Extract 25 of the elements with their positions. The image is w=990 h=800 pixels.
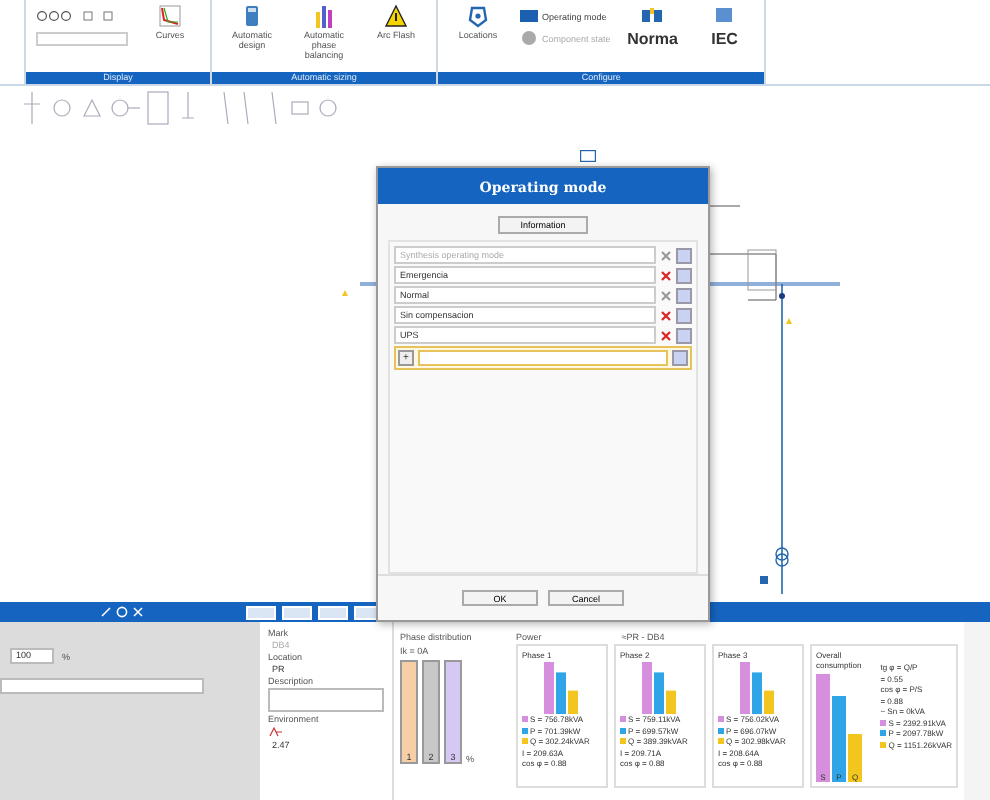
bar-icon (312, 4, 336, 28)
panel-tools-icon (100, 606, 144, 618)
tag-icon (466, 4, 490, 28)
zoom-tools-icon (36, 10, 116, 24)
ribbon-button[interactable]: IEC (694, 4, 755, 48)
description-field[interactable] (268, 688, 384, 712)
delete-icon[interactable] (660, 329, 672, 341)
warning-icon (384, 4, 408, 28)
bus-bar-drawing (340, 280, 376, 298)
bar-chart-drawing (740, 661, 776, 713)
ribbon-button[interactable]: Norma (622, 4, 683, 48)
bar-chart-drawing (544, 661, 580, 713)
books-icon (640, 4, 665, 28)
delete-icon[interactable] (660, 289, 672, 301)
new-mode-field[interactable] (418, 350, 668, 366)
panel-tab[interactable] (282, 605, 312, 619)
panel-tab[interactable] (246, 605, 276, 619)
delete-icon[interactable] (660, 269, 672, 281)
terminal-icon (580, 150, 596, 162)
dropdown[interactable] (0, 678, 204, 694)
delete-icon[interactable] (660, 309, 672, 321)
zoom-field[interactable] (36, 32, 128, 46)
environment-icon (268, 726, 284, 738)
panel-tab[interactable] (318, 605, 348, 619)
bar-chart-drawing (642, 661, 678, 713)
